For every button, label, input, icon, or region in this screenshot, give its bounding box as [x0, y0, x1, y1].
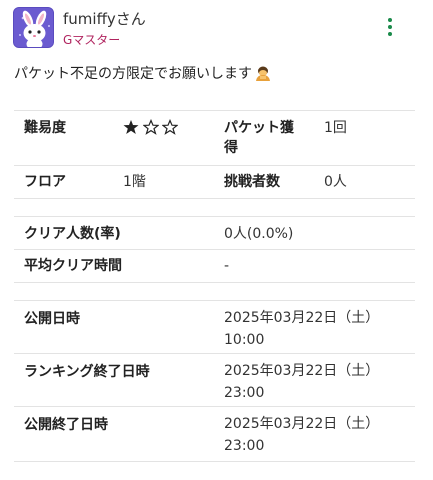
floor-label: フロア [24, 174, 66, 190]
user-avatar[interactable] [13, 7, 54, 48]
star-empty-icon [162, 119, 178, 135]
publish-datetime: 2025年03月22日（土） 10:00 [224, 307, 379, 351]
challengers-value: 0人 [324, 174, 347, 190]
divider [14, 216, 415, 217]
menu-dot-icon [388, 25, 392, 29]
packet-label-line1: パケット獲 [224, 120, 294, 136]
rabbit-avatar-icon [14, 8, 53, 47]
divider [14, 282, 415, 283]
star-filled-icon [123, 120, 139, 134]
packet-label: パケット獲 得 [224, 118, 294, 158]
challengers-label: 挑戦者数 [224, 174, 280, 190]
publish-end-time: 23:00 [224, 438, 265, 454]
menu-dot-icon [388, 32, 392, 36]
divider [14, 198, 415, 199]
publish-end-label: 公開終了日時 [24, 417, 108, 433]
menu-dot-icon [388, 18, 392, 22]
divider [14, 406, 415, 407]
difficulty-label: 難易度 [24, 120, 66, 136]
username[interactable]: fumiffyさん [63, 8, 146, 29]
floor-value: 1階 [123, 174, 146, 190]
ranking-end-datetime: 2025年03月22日（土） 23:00 [224, 360, 379, 404]
divider [14, 353, 415, 354]
more-options-button[interactable] [380, 14, 400, 40]
avg-clear-time-label: 平均クリア時間 [24, 258, 122, 274]
bowing-person-icon [256, 66, 270, 81]
divider [14, 110, 415, 111]
divider [14, 300, 415, 301]
divider [14, 461, 415, 462]
publish-label: 公開日時 [24, 311, 80, 327]
user-rank-badge: Gマスター [63, 33, 121, 47]
post-message: パケット不足の方限定でお願いします [14, 63, 272, 83]
publish-end-datetime: 2025年03月22日（土） 23:00 [224, 413, 379, 457]
packet-label-line2: 得 [224, 140, 238, 156]
divider [14, 165, 415, 166]
post-message-text: パケット不足の方限定でお願いします [14, 66, 252, 82]
avg-clear-time-value: - [224, 258, 230, 274]
post-header: fumiffyさん Gマスター [0, 0, 433, 60]
publish-end-date: 2025年03月22日（土） [224, 416, 380, 432]
publish-time: 10:00 [224, 332, 265, 348]
packet-value: 1回 [324, 120, 347, 136]
ranking-end-date: 2025年03月22日（土） [224, 363, 380, 379]
ranking-end-label: ランキング終了日時 [24, 364, 150, 380]
divider [14, 249, 415, 250]
clear-count-label: クリア人数(率) [24, 226, 121, 242]
publish-date: 2025年03月22日（土） [224, 310, 380, 326]
ranking-end-time: 23:00 [224, 385, 265, 401]
clear-count-value: 0人(0.0%) [224, 226, 294, 242]
star-empty-icon [143, 119, 159, 135]
